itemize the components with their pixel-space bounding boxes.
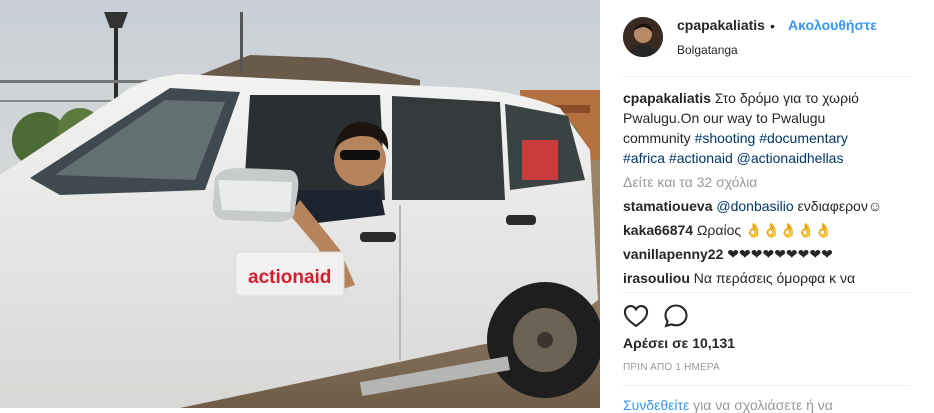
hashtag-link[interactable]: #shooting: [695, 130, 756, 146]
avatar[interactable]: [623, 17, 663, 57]
speech-bubble-icon[interactable]: [662, 302, 690, 330]
post-photo[interactable]: actionaid: [0, 0, 600, 408]
login-prompt: Συνδεθείτε για να σχολιάσετε ή να: [623, 397, 833, 413]
login-prompt-text: για να σχολιάσετε ή να: [689, 397, 833, 413]
post-header: cpapakaliatis • Ακολουθήστε Bolgatanga: [600, 0, 934, 76]
post-timestamp[interactable]: ΠΡΙΝ ΑΠΟ 1 ΗΜΕΡΑ: [623, 362, 720, 373]
comment-item: vanillapenny22 ❤❤❤❤❤❤❤❤❤: [623, 244, 923, 264]
heart-outline-icon[interactable]: [622, 302, 650, 330]
comment-username[interactable]: irasouliou: [623, 270, 690, 286]
login-divider: [623, 385, 911, 386]
comment-text: Να περάσεις όμορφα κ να: [689, 270, 856, 286]
comment-username[interactable]: vanillapenny22: [623, 246, 723, 262]
mention-link[interactable]: @donbasilio: [716, 198, 793, 214]
comment-item: irasouliou Να περάσεις όμορφα κ να: [623, 268, 923, 288]
post-location[interactable]: Bolgatanga: [677, 43, 738, 57]
comment-item: stamatioueva @donbasilio ενδιαφερον☺: [623, 196, 923, 216]
mention-link[interactable]: @actionaidhellas: [737, 150, 844, 166]
comment-username[interactable]: stamatioueva: [623, 198, 712, 214]
comment-text: ❤❤❤❤❤❤❤❤❤: [723, 246, 833, 262]
comment-item: kaka66874 Ωραίος 👌👌👌👌👌: [623, 220, 923, 240]
follow-button[interactable]: Ακολουθήστε: [788, 17, 877, 33]
likes-count[interactable]: Αρέσει σε 10,131: [623, 335, 735, 351]
header-divider: [623, 76, 911, 77]
caption-username[interactable]: cpapakaliatis: [623, 90, 711, 106]
login-link[interactable]: Συνδεθείτε: [623, 397, 689, 413]
post-username[interactable]: cpapakaliatis: [677, 17, 765, 33]
view-all-comments-link[interactable]: Δείτε και τα 32 σχόλια: [623, 172, 923, 192]
instagram-post: actionaid cpapakaliatis • Ακολουθήστε Bo…: [0, 0, 934, 413]
actions-divider: [623, 292, 911, 293]
actionaid-decal: actionaid: [248, 267, 331, 288]
comment-username[interactable]: kaka66874: [623, 222, 693, 238]
hashtag-link[interactable]: #actionaid: [669, 150, 733, 166]
post-sidebar: cpapakaliatis • Ακολουθήστε Bolgatanga c…: [600, 0, 934, 413]
comment-text: Ωραίος 👌👌👌👌👌: [693, 222, 833, 238]
comments-section[interactable]: cpapakaliatis Στο δρόμο για το χωριό Pwa…: [623, 88, 923, 292]
hashtag-link[interactable]: #documentary: [759, 130, 848, 146]
comment-text: ενδιαφερον☺: [793, 198, 883, 214]
hashtag-link[interactable]: #africa: [623, 150, 665, 166]
separator-dot: •: [770, 18, 775, 34]
post-caption: cpapakaliatis Στο δρόμο για το χωριό Pwa…: [623, 88, 893, 168]
post-photo-image: actionaid: [0, 0, 600, 408]
